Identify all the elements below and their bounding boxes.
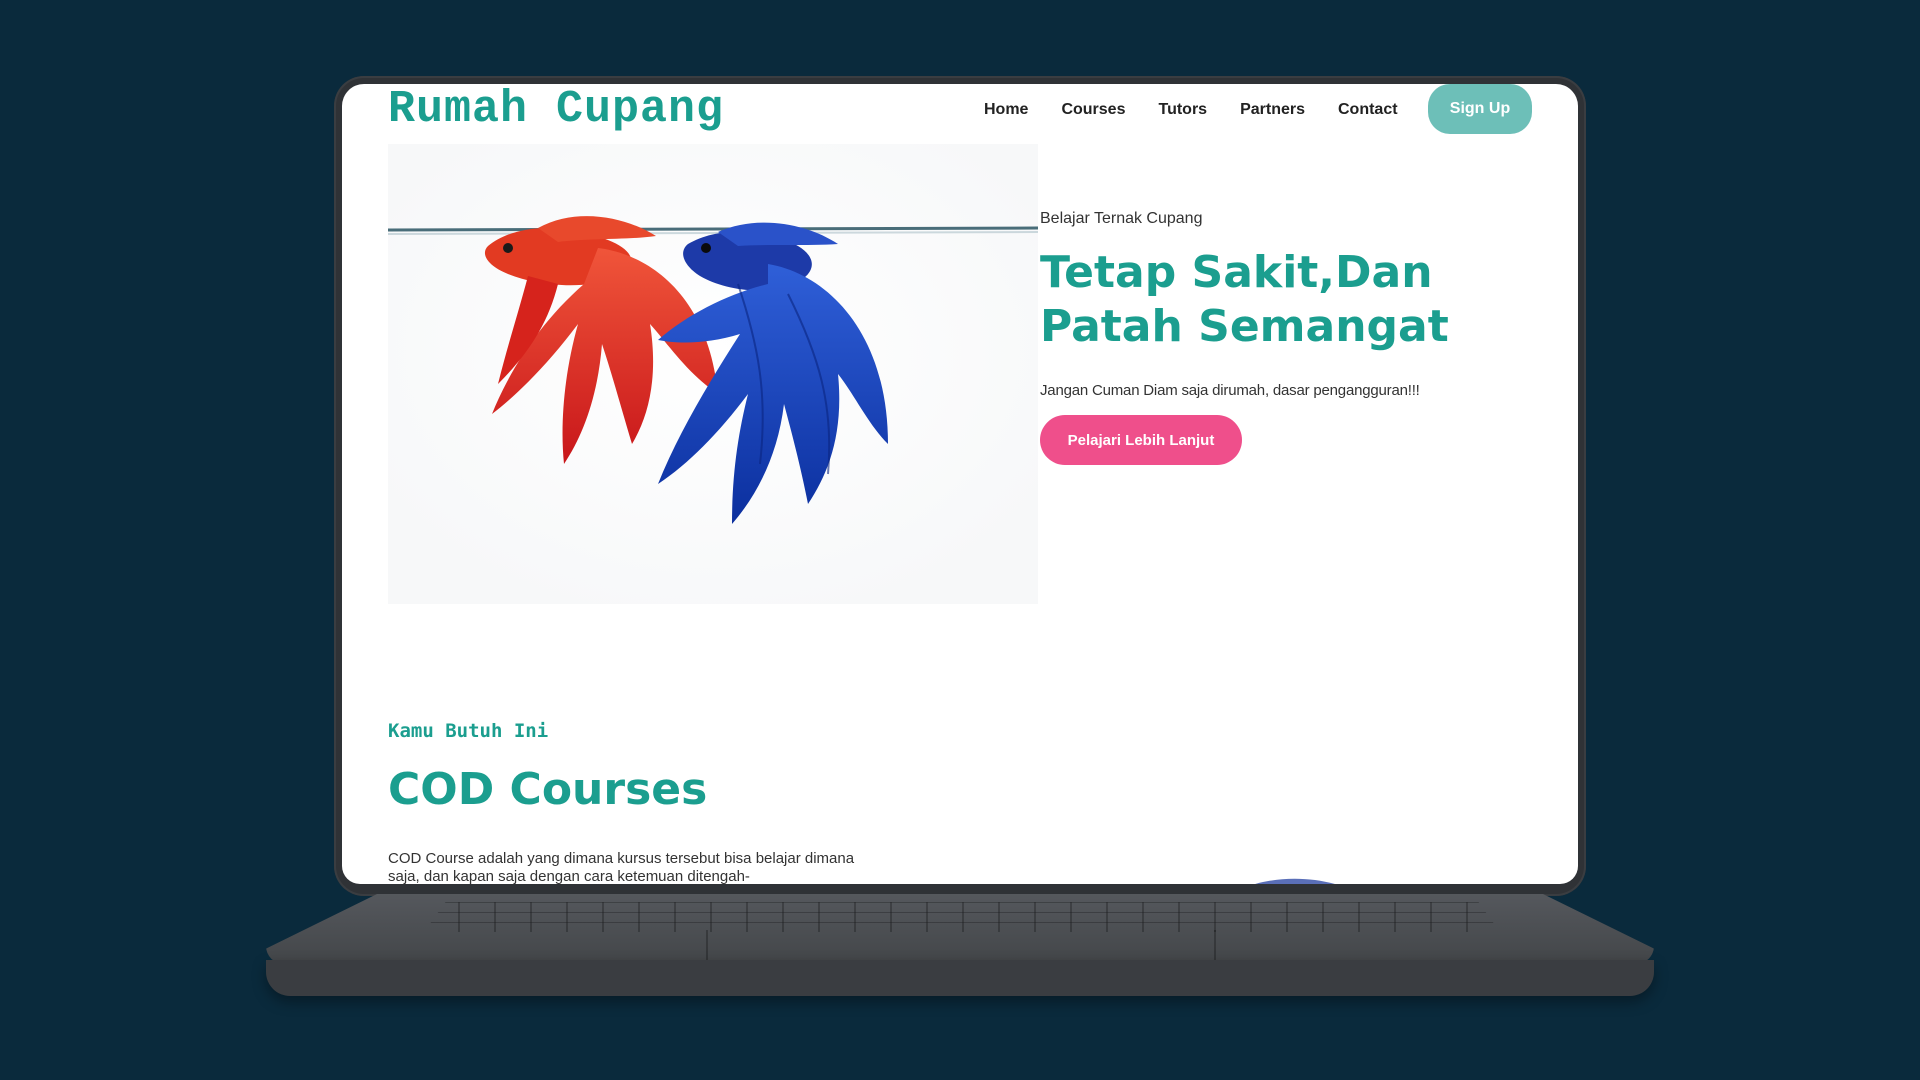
laptop-screen: Rumah Cupang Home Courses Tutors Partner… — [342, 84, 1578, 884]
hero-subtitle: Jangan Cuman Diam saja dirumah, dasar pe… — [1040, 382, 1420, 399]
signup-button[interactable]: Sign Up — [1428, 84, 1532, 134]
hero-kicker: Belajar Ternak Cupang — [1040, 210, 1203, 227]
section-kicker: Kamu Butuh Ini — [388, 720, 549, 742]
site-logo[interactable]: Rumah Cupang — [388, 84, 724, 135]
section-body: COD Course adalah yang dimana kursus ter… — [388, 850, 855, 884]
nav-links: Home Courses Tutors Partners Contact — [984, 84, 1431, 136]
laptop-mockup: Rumah Cupang Home Courses Tutors Partner… — [0, 0, 1920, 1080]
nav-courses[interactable]: Courses — [1061, 101, 1125, 119]
nav-home[interactable]: Home — [984, 101, 1028, 119]
nav-tutors[interactable]: Tutors — [1158, 101, 1207, 119]
nav-contact[interactable]: Contact — [1338, 101, 1398, 119]
hero-text-block: Belajar Ternak Cupang Tetap Sakit,Dan Pa… — [1040, 210, 1560, 465]
section-title: COD Courses — [388, 764, 708, 815]
learn-more-button[interactable]: Pelajari Lebih Lanjut — [1040, 415, 1242, 465]
nav-partners[interactable]: Partners — [1240, 101, 1305, 119]
touchpad-edge-left — [706, 930, 708, 960]
hero-title: Tetap Sakit,Dan Patah Semangat — [1040, 247, 1449, 352]
laptop-base-lip — [266, 960, 1654, 996]
hero-betta-fish-image — [388, 144, 1038, 604]
section-fish-image — [1255, 878, 1335, 884]
laptop-keyboard — [424, 902, 1500, 932]
touchpad-edge-right — [1214, 930, 1216, 960]
site-navbar: Rumah Cupang Home Courses Tutors Partner… — [342, 84, 1578, 140]
